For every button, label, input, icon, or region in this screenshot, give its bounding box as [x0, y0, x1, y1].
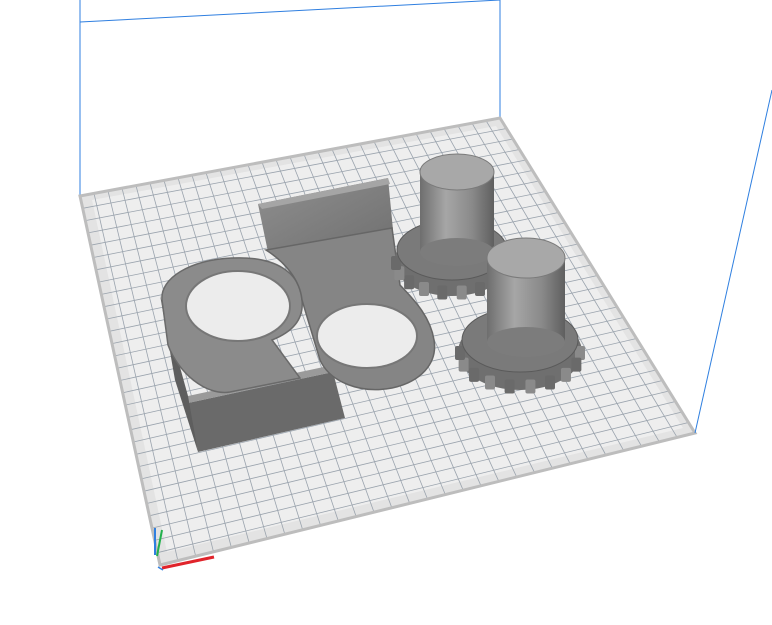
knurl-tooth — [545, 375, 555, 390]
3d-viewport[interactable] — [0, 0, 772, 625]
knurl-tooth — [525, 379, 536, 394]
knurl-tooth — [485, 375, 495, 390]
knurl-tooth — [504, 379, 515, 394]
knurl-tooth — [404, 275, 415, 290]
knurl-tooth — [475, 281, 485, 296]
knurl-tooth — [419, 281, 429, 296]
knurl-tooth — [456, 285, 467, 300]
knurl-tooth — [571, 357, 582, 372]
knurl-tooth — [560, 367, 571, 382]
knurl-tooth — [469, 367, 480, 382]
knurl-tooth — [437, 285, 448, 300]
